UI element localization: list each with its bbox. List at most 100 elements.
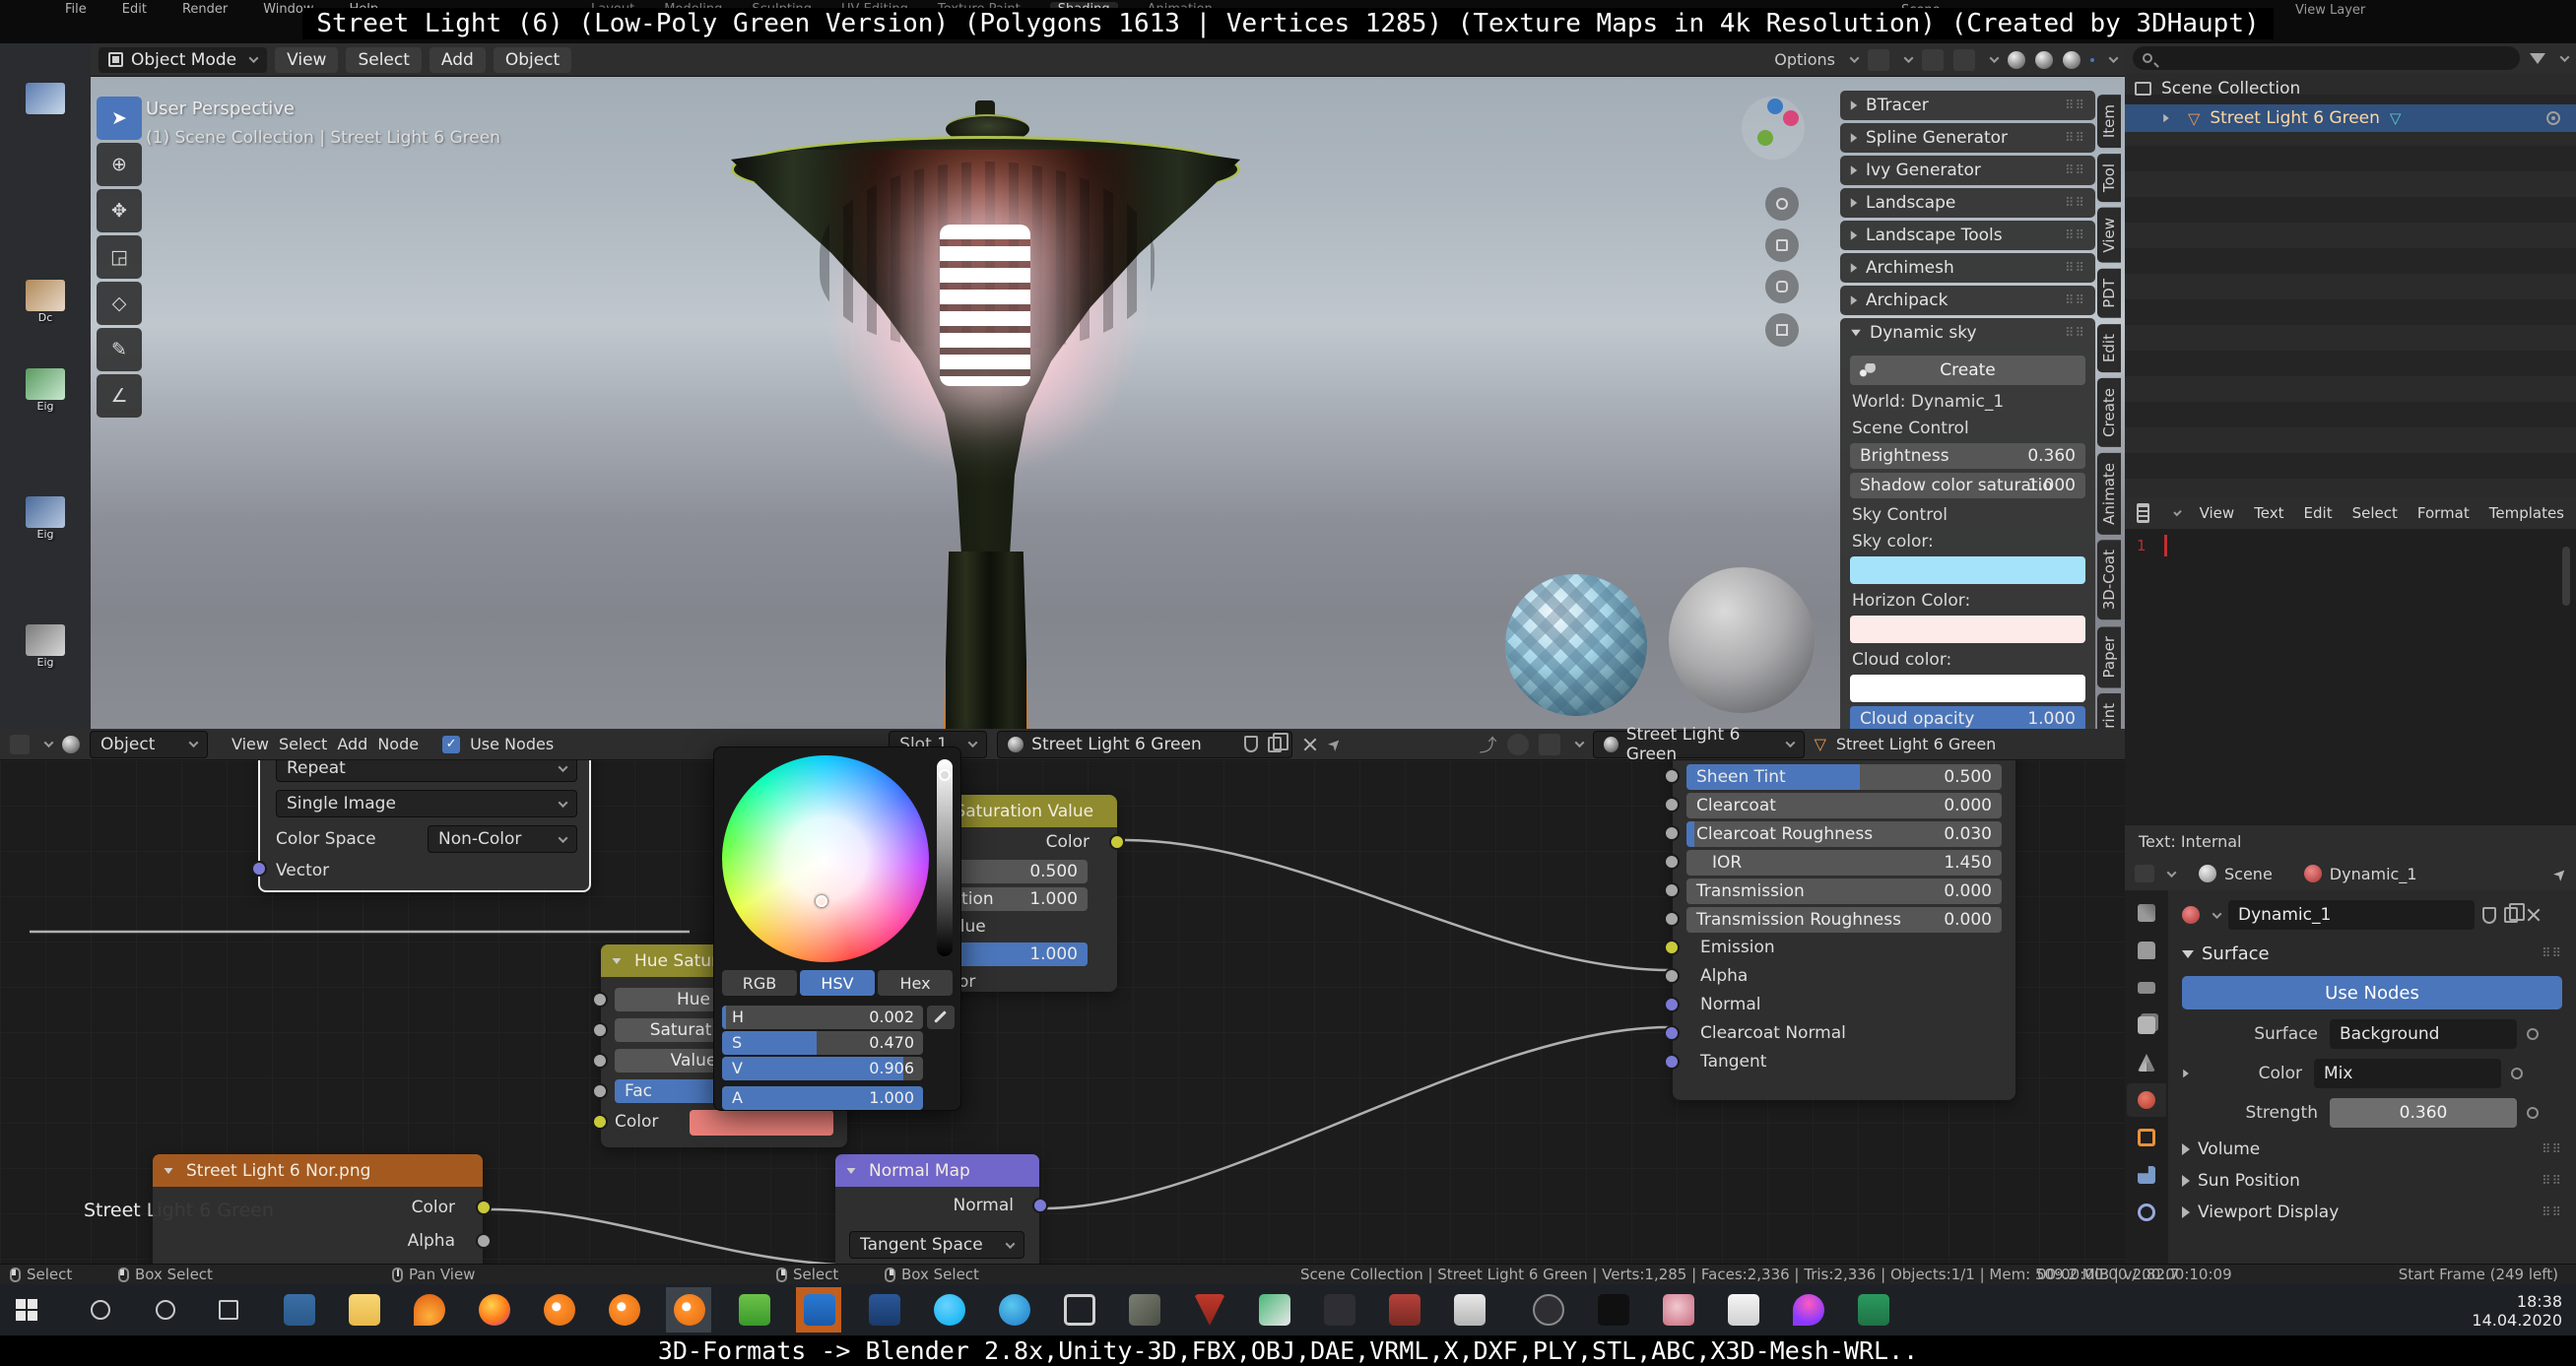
filter-icon[interactable]: [2530, 53, 2545, 64]
options-dropdown[interactable]: Options: [1774, 50, 1835, 69]
ior-slider[interactable]: IOR1.450: [1686, 850, 2002, 876]
cortana-button[interactable]: [156, 1300, 175, 1320]
xray-toggle-icon[interactable]: [1953, 49, 1975, 71]
normal-output-socket[interactable]: [1032, 1198, 1048, 1213]
extension-dropdown[interactable]: Repeat: [276, 760, 577, 782]
snap-mode-icon[interactable]: [1539, 734, 1560, 755]
principled-bsdf-node[interactable]: Sheen Tint0.500 Clearcoat0.000 Clearcoat…: [1673, 760, 2015, 1100]
tab-3d-coat[interactable]: 3D-Coat: [2097, 540, 2121, 619]
app-blender-active[interactable]: [674, 1294, 705, 1326]
text-menu-view[interactable]: View: [2200, 504, 2235, 522]
tab-edit[interactable]: Edit: [2097, 324, 2121, 372]
tray-excel[interactable]: [1858, 1294, 1889, 1326]
app-gimp[interactable]: [1129, 1294, 1160, 1326]
surface-panel-header[interactable]: Surface: [2182, 943, 2562, 964]
panel-btracer[interactable]: BTracer: [1840, 91, 2095, 120]
animate-dot-icon[interactable]: [2527, 1107, 2539, 1119]
tab-world-props-active[interactable]: [2127, 1083, 2166, 1117]
pan-button[interactable]: [1765, 228, 1799, 262]
add-menu[interactable]: Add: [429, 47, 486, 73]
app-viewer[interactable]: [1454, 1294, 1486, 1326]
app-v-tool[interactable]: [1194, 1294, 1225, 1326]
sky-color-swatch[interactable]: [1850, 556, 2085, 584]
shader-editor[interactable]: Object View Select Add Node Use Nodes Sl…: [0, 729, 2125, 1264]
world-name-field[interactable]: Dynamic_1: [2228, 900, 2475, 930]
panel-ivy-generator[interactable]: Ivy Generator: [1840, 156, 2095, 185]
expand-arrow-icon[interactable]: [2183, 1070, 2189, 1077]
fac-socket[interactable]: [592, 1083, 608, 1099]
visibility-icon[interactable]: [2546, 111, 2560, 125]
tangent-socket[interactable]: [1664, 1054, 1680, 1070]
text-menu-format[interactable]: Format: [2417, 504, 2470, 522]
value-bar-handle[interactable]: [939, 769, 951, 781]
app-skype[interactable]: [934, 1294, 965, 1326]
mode-dropdown[interactable]: Object Mode: [99, 47, 267, 73]
tab-view[interactable]: View: [2097, 208, 2121, 263]
tab-create[interactable]: Create: [2097, 378, 2121, 447]
space-dropdown[interactable]: Tangent Space: [849, 1231, 1024, 1259]
animate-dot-icon[interactable]: [2511, 1068, 2523, 1079]
clearcoat-slider[interactable]: Clearcoat0.000: [1686, 793, 2002, 818]
viewport-display-panel[interactable]: Viewport Display: [2182, 1203, 2562, 1222]
app-adobe[interactable]: [1389, 1294, 1420, 1326]
value-socket[interactable]: [592, 1053, 608, 1069]
app-spade[interactable]: [1324, 1294, 1355, 1326]
hue-socket[interactable]: [592, 992, 608, 1008]
h-slider[interactable]: H0.002: [722, 1006, 923, 1029]
app-firefox[interactable]: [479, 1294, 510, 1326]
scene-collection-row[interactable]: Scene Collection: [2135, 79, 2300, 98]
app-outlook[interactable]: [804, 1294, 835, 1326]
ortho-toggle-button[interactable]: [1765, 313, 1799, 347]
s-slider[interactable]: S0.470: [722, 1031, 923, 1055]
select-box-tool[interactable]: ➤: [97, 97, 142, 140]
clearcoat-roughness-slider[interactable]: Clearcoat Roughness0.030: [1686, 821, 2002, 847]
tab-modifier-props[interactable]: [2127, 1158, 2166, 1192]
tray-calculator[interactable]: [1728, 1294, 1759, 1326]
normal-socket[interactable]: [1664, 997, 1680, 1012]
source-dropdown[interactable]: Single Image: [276, 790, 577, 817]
app-file-explorer[interactable]: [349, 1294, 380, 1326]
transmission-socket[interactable]: [1664, 882, 1680, 898]
fake-user-icon[interactable]: [1244, 736, 1258, 752]
object-menu[interactable]: Object: [494, 47, 571, 73]
image-texture-node[interactable]: Repeat Single Image Color Space Non-Colo…: [258, 760, 591, 892]
vector-input-socket[interactable]: [251, 861, 267, 877]
unlink-icon[interactable]: [1302, 737, 1318, 752]
editor-type-icon[interactable]: [10, 735, 30, 754]
normal-texture-node[interactable]: Street Light 6 Nor.png Color Alpha: [153, 1154, 483, 1264]
color-value-dropdown[interactable]: Mix: [2314, 1059, 2501, 1088]
clearcoat-socket[interactable]: [1664, 797, 1680, 813]
hsv-tab[interactable]: HSV: [800, 970, 875, 996]
tab-3d-print[interactable]: 3D-Print: [2097, 693, 2121, 729]
hex-tab[interactable]: Hex: [878, 970, 953, 996]
taskbar-clock[interactable]: 18:38 14.04.2020: [2472, 1292, 2562, 1330]
gizmo-toggle-icon[interactable]: [1868, 49, 1889, 71]
app-word[interactable]: [869, 1294, 900, 1326]
tab-tool[interactable]: Tool: [2097, 154, 2121, 202]
panel-spline-generator[interactable]: Spline Generator: [1840, 123, 2095, 153]
shading-rendered-active[interactable]: [2090, 58, 2094, 62]
fake-user-icon[interactable]: [2482, 907, 2496, 924]
node-menu-node[interactable]: Node: [377, 735, 419, 753]
panel-landscape[interactable]: Landscape: [1840, 188, 2095, 218]
hsv2-color-output-socket[interactable]: [1109, 834, 1125, 850]
saturation-socket[interactable]: [592, 1022, 608, 1038]
color-wheel-cursor[interactable]: [816, 895, 827, 907]
use-nodes-button[interactable]: Use Nodes: [2182, 976, 2562, 1009]
text-menu-edit[interactable]: Edit: [2304, 504, 2333, 522]
text-datablock-icon[interactable]: [2137, 503, 2149, 523]
tab-physics-props[interactable]: [2127, 1196, 2166, 1229]
color-swatch-field[interactable]: [690, 1110, 833, 1136]
measure-tool[interactable]: ∠: [97, 374, 142, 418]
sun-position-panel[interactable]: Sun Position: [2182, 1171, 2562, 1191]
brightness-slider[interactable]: Brightness0.360: [1850, 443, 2085, 469]
shading-wireframe-icon[interactable]: [2008, 51, 2025, 69]
shadow-saturation-slider[interactable]: Shadow color saturatio1.000: [1850, 473, 2085, 498]
node-header[interactable]: Normal Map: [835, 1154, 1039, 1187]
animate-dot-icon[interactable]: [2527, 1028, 2539, 1040]
transmission-roughness-socket[interactable]: [1664, 911, 1680, 927]
breadcrumb-scene[interactable]: Scene: [2224, 865, 2273, 883]
parent-node-tree-icon[interactable]: ⤴: [1480, 732, 1497, 757]
annotate-tool[interactable]: ✎: [97, 328, 142, 371]
panel-archipack[interactable]: Archipack: [1840, 286, 2095, 315]
